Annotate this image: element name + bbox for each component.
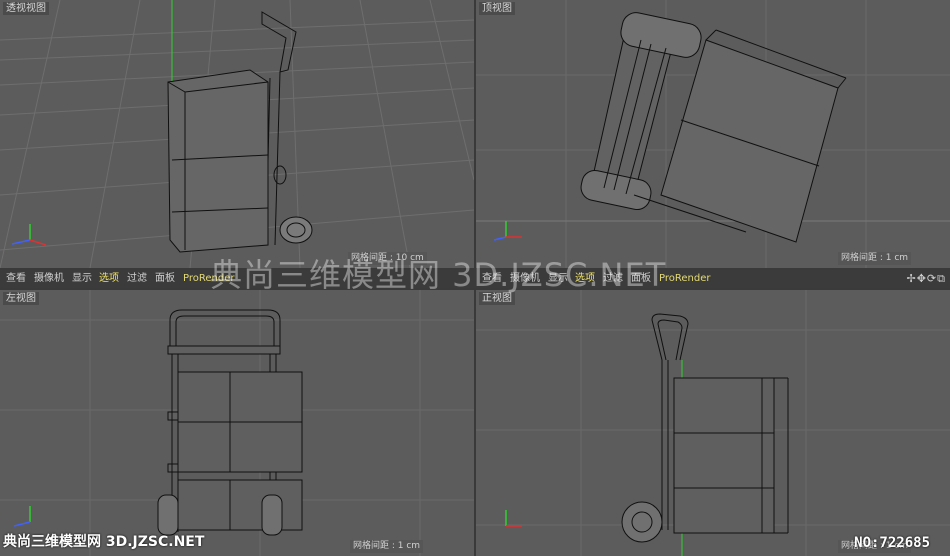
menu-panel[interactable]: 面板 — [155, 273, 175, 285]
menu-display[interactable]: 显示 — [72, 273, 92, 285]
viewport-front[interactable]: 正视图 网格间距 : 1 cm — [476, 290, 950, 556]
perspective-scene — [0, 0, 474, 268]
footer-site-label: 典尚三维模型网 3D.JZSC.NET — [3, 534, 205, 550]
grid-spacing-label: 网格间距 : 1 cm — [350, 540, 424, 553]
menu-camera[interactable]: 摄像机 — [34, 273, 64, 285]
menu-filter-2[interactable]: 过滤 — [603, 273, 623, 285]
menu-view[interactable]: 查看 — [6, 273, 26, 285]
menu-view-2[interactable]: 查看 — [482, 273, 502, 285]
viewport-title[interactable]: 顶视图 — [479, 2, 515, 15]
menu-prorender[interactable]: ProRender — [183, 273, 234, 285]
left-scene — [0, 290, 474, 556]
front-scene — [476, 290, 950, 556]
menu-display-2[interactable]: 显示 — [548, 273, 568, 285]
viewport-top[interactable]: 顶视图 网格间距 : 1 cm — [476, 0, 950, 268]
viewport-nav-icons[interactable]: ✢✥⟳⧉ — [906, 273, 946, 285]
menu-filter[interactable]: 过滤 — [127, 273, 147, 285]
menu-panel-2[interactable]: 面板 — [631, 273, 651, 285]
footer-id-label: NO:722685 — [854, 535, 930, 551]
menu-options-2[interactable]: 选项 — [575, 273, 595, 285]
menu-camera-2[interactable]: 摄像机 — [510, 273, 540, 285]
viewport-title[interactable]: 正视图 — [479, 292, 515, 305]
viewport-title[interactable]: 左视图 — [3, 292, 39, 305]
menu-prorender-2[interactable]: ProRender — [659, 273, 710, 285]
grid-spacing-label: 网格间距 : 10 cm — [348, 252, 427, 265]
top-scene — [476, 0, 950, 268]
grid-spacing-label: 网格间距 : 1 cm — [838, 252, 912, 265]
viewport-perspective[interactable]: 透视视图 网格间距 : 10 cm — [0, 0, 474, 268]
menu-options[interactable]: 选项 — [99, 273, 119, 285]
viewport-left[interactable]: 左视图 网格间距 : 1 cm — [0, 290, 474, 556]
viewport-menubar: 查看 摄像机 显示 选项 过滤 面板 ProRender 查看 摄像机 显示 选… — [0, 270, 950, 288]
viewport-title[interactable]: 透视视图 — [3, 2, 49, 15]
